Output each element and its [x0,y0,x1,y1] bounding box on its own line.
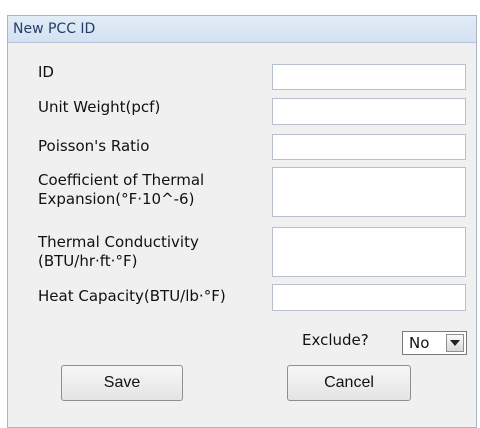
exclude-label: Exclude? [302,331,369,349]
poissons-ratio-input[interactable] [272,134,466,160]
thermal-expansion-label: Coefficient of Thermal Expansion(°F·10^-… [38,171,205,208]
title-bar: New PCC ID [8,16,476,43]
dropdown-arrow-button[interactable] [446,334,464,352]
poissons-ratio-label: Poisson's Ratio [38,137,150,155]
save-button[interactable]: Save [61,365,183,401]
window-title: New PCC ID [13,21,96,37]
id-input[interactable] [272,64,466,90]
id-label: ID [38,63,54,81]
unit-weight-label: Unit Weight(pcf) [38,98,161,116]
heat-capacity-label: Heat Capacity(BTU/lb·°F) [38,287,226,305]
cancel-button[interactable]: Cancel [287,365,411,401]
chevron-down-icon [450,340,460,346]
exclude-dropdown[interactable]: No [402,331,467,355]
unit-weight-input[interactable] [272,98,466,125]
thermal-expansion-input[interactable] [272,167,466,217]
thermal-conductivity-label: Thermal Conductivity (BTU/hr·ft·°F) [38,233,199,270]
heat-capacity-input[interactable] [272,284,466,311]
new-pcc-id-dialog: New PCC ID ID Unit Weight(pcf) Poisson's… [7,15,477,428]
thermal-conductivity-input[interactable] [272,227,466,277]
exclude-selected-value: No [409,334,430,352]
